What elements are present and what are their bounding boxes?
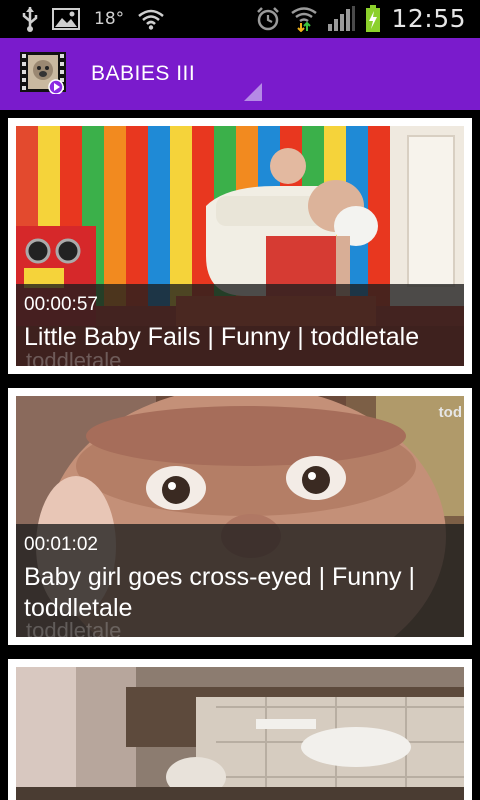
alarm-icon bbox=[255, 6, 281, 32]
image-notification-icon bbox=[52, 8, 80, 30]
action-bar: BABIES III bbox=[0, 38, 480, 110]
spinner-dropdown-icon[interactable] bbox=[244, 83, 262, 101]
temperature-text: 18° bbox=[94, 9, 125, 29]
wifi-icon bbox=[138, 8, 164, 30]
video-card[interactable]: tod 00:01:02 Baby girl goes cross-eyed |… bbox=[8, 388, 472, 645]
video-thumbnail[interactable]: tod 00:01:02 Baby girl goes cross-eyed |… bbox=[16, 396, 464, 637]
status-bar: 18° 12:55 bbox=[0, 0, 480, 38]
video-thumbnail[interactable] bbox=[16, 667, 464, 800]
page-title[interactable]: BABIES III bbox=[91, 62, 195, 86]
battery-charging-icon bbox=[365, 4, 381, 33]
watermark-text: toddletale bbox=[26, 348, 122, 366]
video-title: Baby girl goes cross-eyed | Funny | todd… bbox=[24, 563, 415, 622]
clock: 12:55 bbox=[391, 4, 466, 33]
video-card[interactable] bbox=[8, 659, 472, 800]
app-logo-icon[interactable] bbox=[20, 52, 66, 95]
signal-strength-icon bbox=[327, 5, 356, 32]
video-duration: 00:00:57 bbox=[24, 294, 98, 315]
wifi-data-icon bbox=[291, 6, 318, 32]
channel-watermark: tod bbox=[438, 404, 462, 421]
watermark-text: toddletale bbox=[26, 618, 122, 637]
video-list[interactable]: 00:00:57 Little Baby Fails | Funny | tod… bbox=[0, 110, 480, 800]
video-thumbnail[interactable]: 00:00:57 Little Baby Fails | Funny | tod… bbox=[16, 126, 464, 366]
video-duration: 00:01:02 bbox=[24, 534, 98, 555]
video-card[interactable]: 00:00:57 Little Baby Fails | Funny | tod… bbox=[8, 118, 472, 374]
usb-icon bbox=[22, 6, 38, 32]
